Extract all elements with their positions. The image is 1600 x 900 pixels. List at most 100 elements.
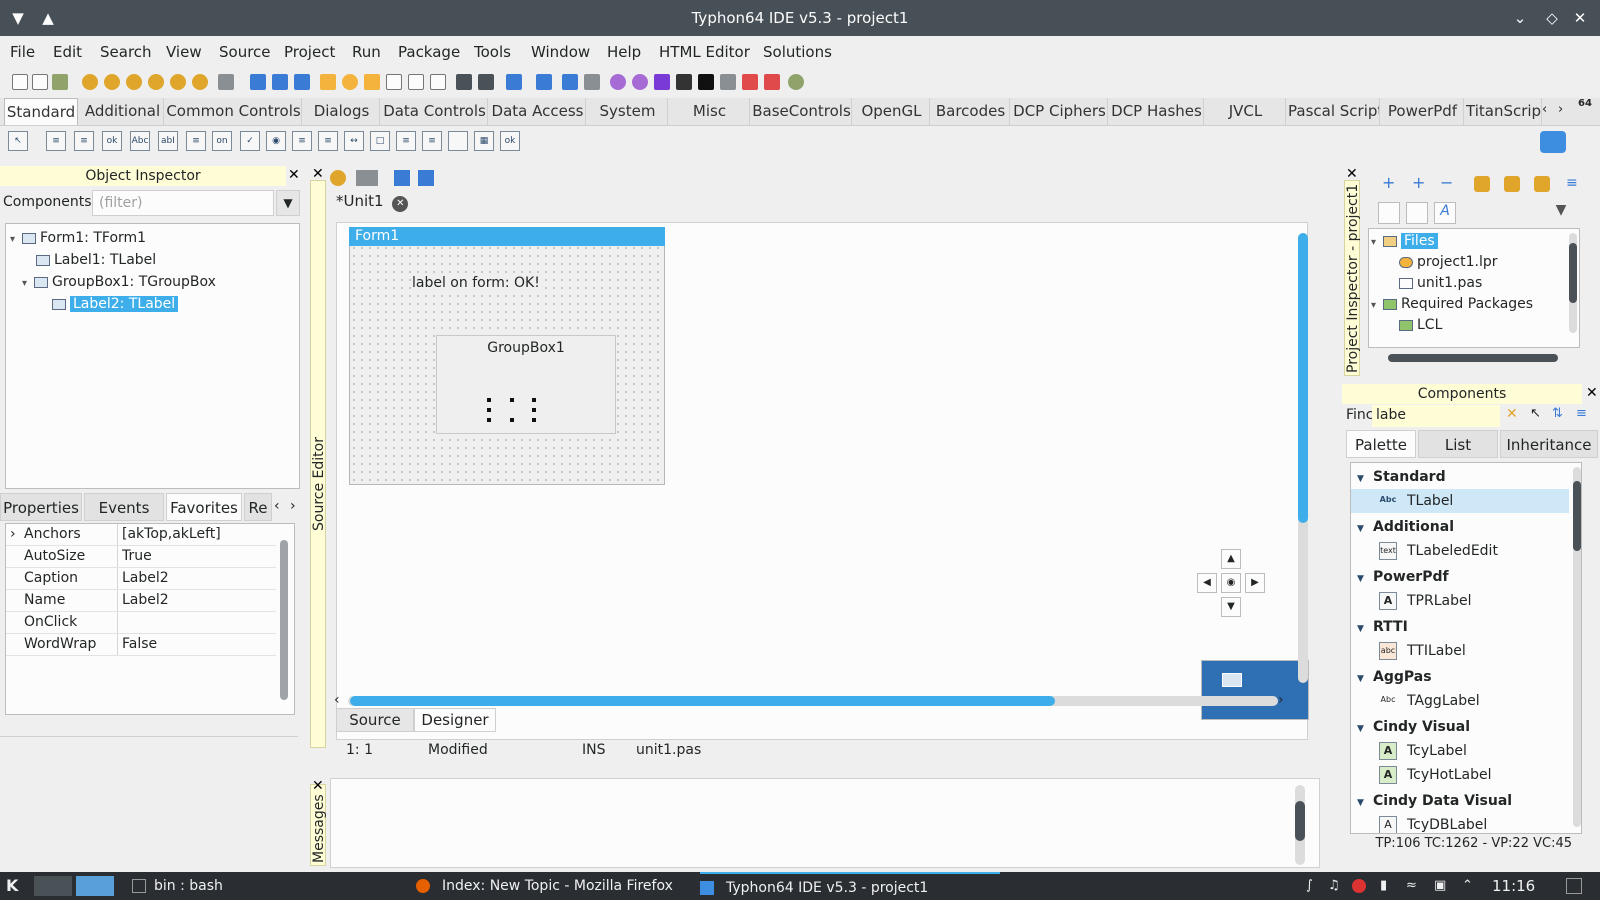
security-icon[interactable] <box>1352 872 1368 900</box>
battery-icon[interactable]: ▮ <box>1380 872 1387 900</box>
debug-icon[interactable] <box>632 74 648 90</box>
find-icon[interactable] <box>456 74 472 90</box>
task-bash[interactable]: bin : bash <box>132 872 223 900</box>
palette-tab-pascal-script[interactable]: Pascal Script <box>1288 98 1380 125</box>
property-row-autosize[interactable]: AutoSize True <box>6 546 276 568</box>
task-firefox[interactable]: Index: New Topic - Mozilla Firefox <box>416 872 673 900</box>
menu-source[interactable]: Source <box>219 43 271 61</box>
tree-item-form1[interactable]: ▾ Form1: TForm1 <box>10 228 146 248</box>
component-item-ttilabel[interactable]: abc TTILabel <box>1351 639 1571 663</box>
clock[interactable]: 11:16 <box>1492 872 1535 900</box>
expand-icon[interactable]: ▾ <box>22 274 34 294</box>
options-menu-icon[interactable]: ≡ <box>1576 406 1594 424</box>
tree-item-lcl[interactable]: LCL <box>1399 315 1442 335</box>
designer-horizontal-scrollbar[interactable] <box>348 696 1278 706</box>
remove-from-project-icon[interactable] <box>364 74 380 90</box>
project-inspector-side-label[interactable]: Project Inspector - project1 <box>1344 180 1361 376</box>
close-window-icon[interactable]: ✕ <box>1570 8 1590 28</box>
wifi-icon[interactable]: ≈ <box>1406 872 1417 900</box>
editor-tab-unit1[interactable]: *Unit1 ✕ <box>336 192 409 216</box>
palette-tab-misc[interactable]: Misc <box>670 98 750 125</box>
tab-inheritance[interactable]: Inheritance <box>1500 430 1598 458</box>
property-scrollbar[interactable] <box>280 540 288 700</box>
show-desktop-icon[interactable] <box>1566 878 1582 894</box>
menu-solutions[interactable]: Solutions <box>763 43 832 61</box>
selection-handle[interactable] <box>532 398 536 402</box>
task-typhon[interactable]: Typhon64 IDE v5.3 - project1 <box>700 872 1000 900</box>
scroll-left-icon[interactable]: ‹ <box>334 692 340 708</box>
view-forms-icon[interactable] <box>408 74 424 90</box>
tabs-scroll-right-icon[interactable]: › <box>290 498 296 514</box>
component-item-tcydblabel[interactable]: A TcyDBLabel <box>1351 813 1571 833</box>
scroll-thumb[interactable] <box>1295 801 1305 841</box>
menu-search[interactable]: Search <box>100 43 152 61</box>
sort-icon[interactable]: ⇅ <box>1552 406 1570 424</box>
popupmenu-icon[interactable]: ≡ <box>74 131 94 151</box>
panel-component-icon[interactable] <box>448 131 468 151</box>
open-project-icon[interactable] <box>126 74 142 90</box>
run-icon[interactable] <box>654 74 670 90</box>
radiobutton-component-icon[interactable]: ◉ <box>266 131 286 151</box>
tabs-scroll-left-icon[interactable]: ‹ <box>274 498 280 514</box>
designer-minimap[interactable] <box>1201 660 1309 720</box>
expand-icon[interactable]: ▾ <box>10 230 22 250</box>
tray-expand-icon[interactable]: ⌃ <box>1462 872 1473 900</box>
show-directories-icon[interactable] <box>1378 202 1400 224</box>
palette-tab-dialogs[interactable]: Dialogs <box>304 98 380 125</box>
show-hierarchy-icon[interactable] <box>1406 202 1428 224</box>
component-search-input[interactable]: labe <box>1372 405 1500 427</box>
component-item-tprlabel[interactable]: A TPRLabel <box>1351 589 1571 613</box>
tree-item-files[interactable]: ▾ Files <box>1371 231 1438 251</box>
tab-favorites[interactable]: Favorites <box>166 493 242 521</box>
combobox-component-icon[interactable]: ≡ <box>318 131 338 151</box>
collapse-icon[interactable]: ▼ <box>1357 717 1373 741</box>
group-cindy-visual[interactable]: ▼ Cindy Visual <box>1351 715 1571 739</box>
scroll-thumb[interactable] <box>1569 243 1577 303</box>
palette-tab-opengl[interactable]: OpenGL <box>854 98 930 125</box>
groupbox-component-icon[interactable]: □ <box>370 131 390 151</box>
maximize-icon[interactable]: ◇ <box>1542 8 1562 28</box>
palette-tab-jvcl[interactable]: JVCL <box>1206 98 1286 125</box>
tab-list[interactable]: List <box>1418 430 1498 458</box>
step-out-icon[interactable] <box>764 74 780 90</box>
editor-menu-icon[interactable] <box>330 170 346 186</box>
remove-icon[interactable]: − <box>1440 175 1454 191</box>
tree-item-label1[interactable]: Label1: TLabel <box>36 250 156 270</box>
pointer-tool-icon[interactable]: ↖ <box>8 131 28 151</box>
tab-palette[interactable]: Palette <box>1346 430 1416 458</box>
frame-component-icon[interactable]: ▦ <box>474 131 494 151</box>
property-row-onclick[interactable]: OnClick <box>6 612 276 634</box>
menu-run[interactable]: Run <box>352 43 381 61</box>
pause-icon[interactable] <box>676 74 692 90</box>
selection-handle[interactable] <box>532 408 536 412</box>
components-close-icon[interactable]: ✕ <box>1586 385 1598 401</box>
nudge-right-icon[interactable]: ▶ <box>1245 573 1265 593</box>
tree-item-groupbox1[interactable]: ▾ GroupBox1: TGroupBox <box>22 272 216 292</box>
filter-icon[interactable]: ▼ <box>1550 202 1572 224</box>
form-designer-area[interactable]: Form1 label on form: OK! GroupBox1 ▲ ◀ ◉… <box>336 222 1309 740</box>
togglebox-component-icon[interactable]: on <box>212 131 232 151</box>
tab-source[interactable]: Source <box>336 708 414 732</box>
selection-handle[interactable] <box>487 398 491 402</box>
minimize-icon[interactable]: ⌄ <box>1510 8 1530 28</box>
scroll-right-icon[interactable]: › <box>1278 692 1284 708</box>
tree-item-required-packages[interactable]: ▾ Required Packages <box>1371 294 1533 314</box>
new-file-icon[interactable] <box>12 74 28 90</box>
palette-tab-barcodes[interactable]: Barcodes <box>932 98 1010 125</box>
collapse-icon[interactable]: ▼ <box>1357 517 1373 541</box>
add-to-project-icon[interactable] <box>342 74 358 90</box>
run-menu-icon[interactable] <box>788 74 804 90</box>
step-into-icon[interactable] <box>720 74 736 90</box>
component-list-scrollbar[interactable] <box>1573 467 1581 827</box>
add-icon[interactable]: + <box>1382 175 1396 191</box>
tab-events[interactable]: Events <box>84 493 164 521</box>
group-rtti[interactable]: ▼ RTTI <box>1351 615 1571 639</box>
property-value[interactable] <box>117 612 122 633</box>
palette-tab-common-controls[interactable]: Common Controls <box>166 98 302 125</box>
build-icon[interactable] <box>562 74 578 90</box>
tab-restricted[interactable]: Re <box>244 493 272 521</box>
build-mode-icon[interactable] <box>506 74 522 90</box>
open-icon[interactable] <box>82 74 98 90</box>
group-cindy-data-visual[interactable]: ▼ Cindy Data Visual <box>1351 789 1571 813</box>
checkgroup-component-icon[interactable]: ≡ <box>422 131 442 151</box>
